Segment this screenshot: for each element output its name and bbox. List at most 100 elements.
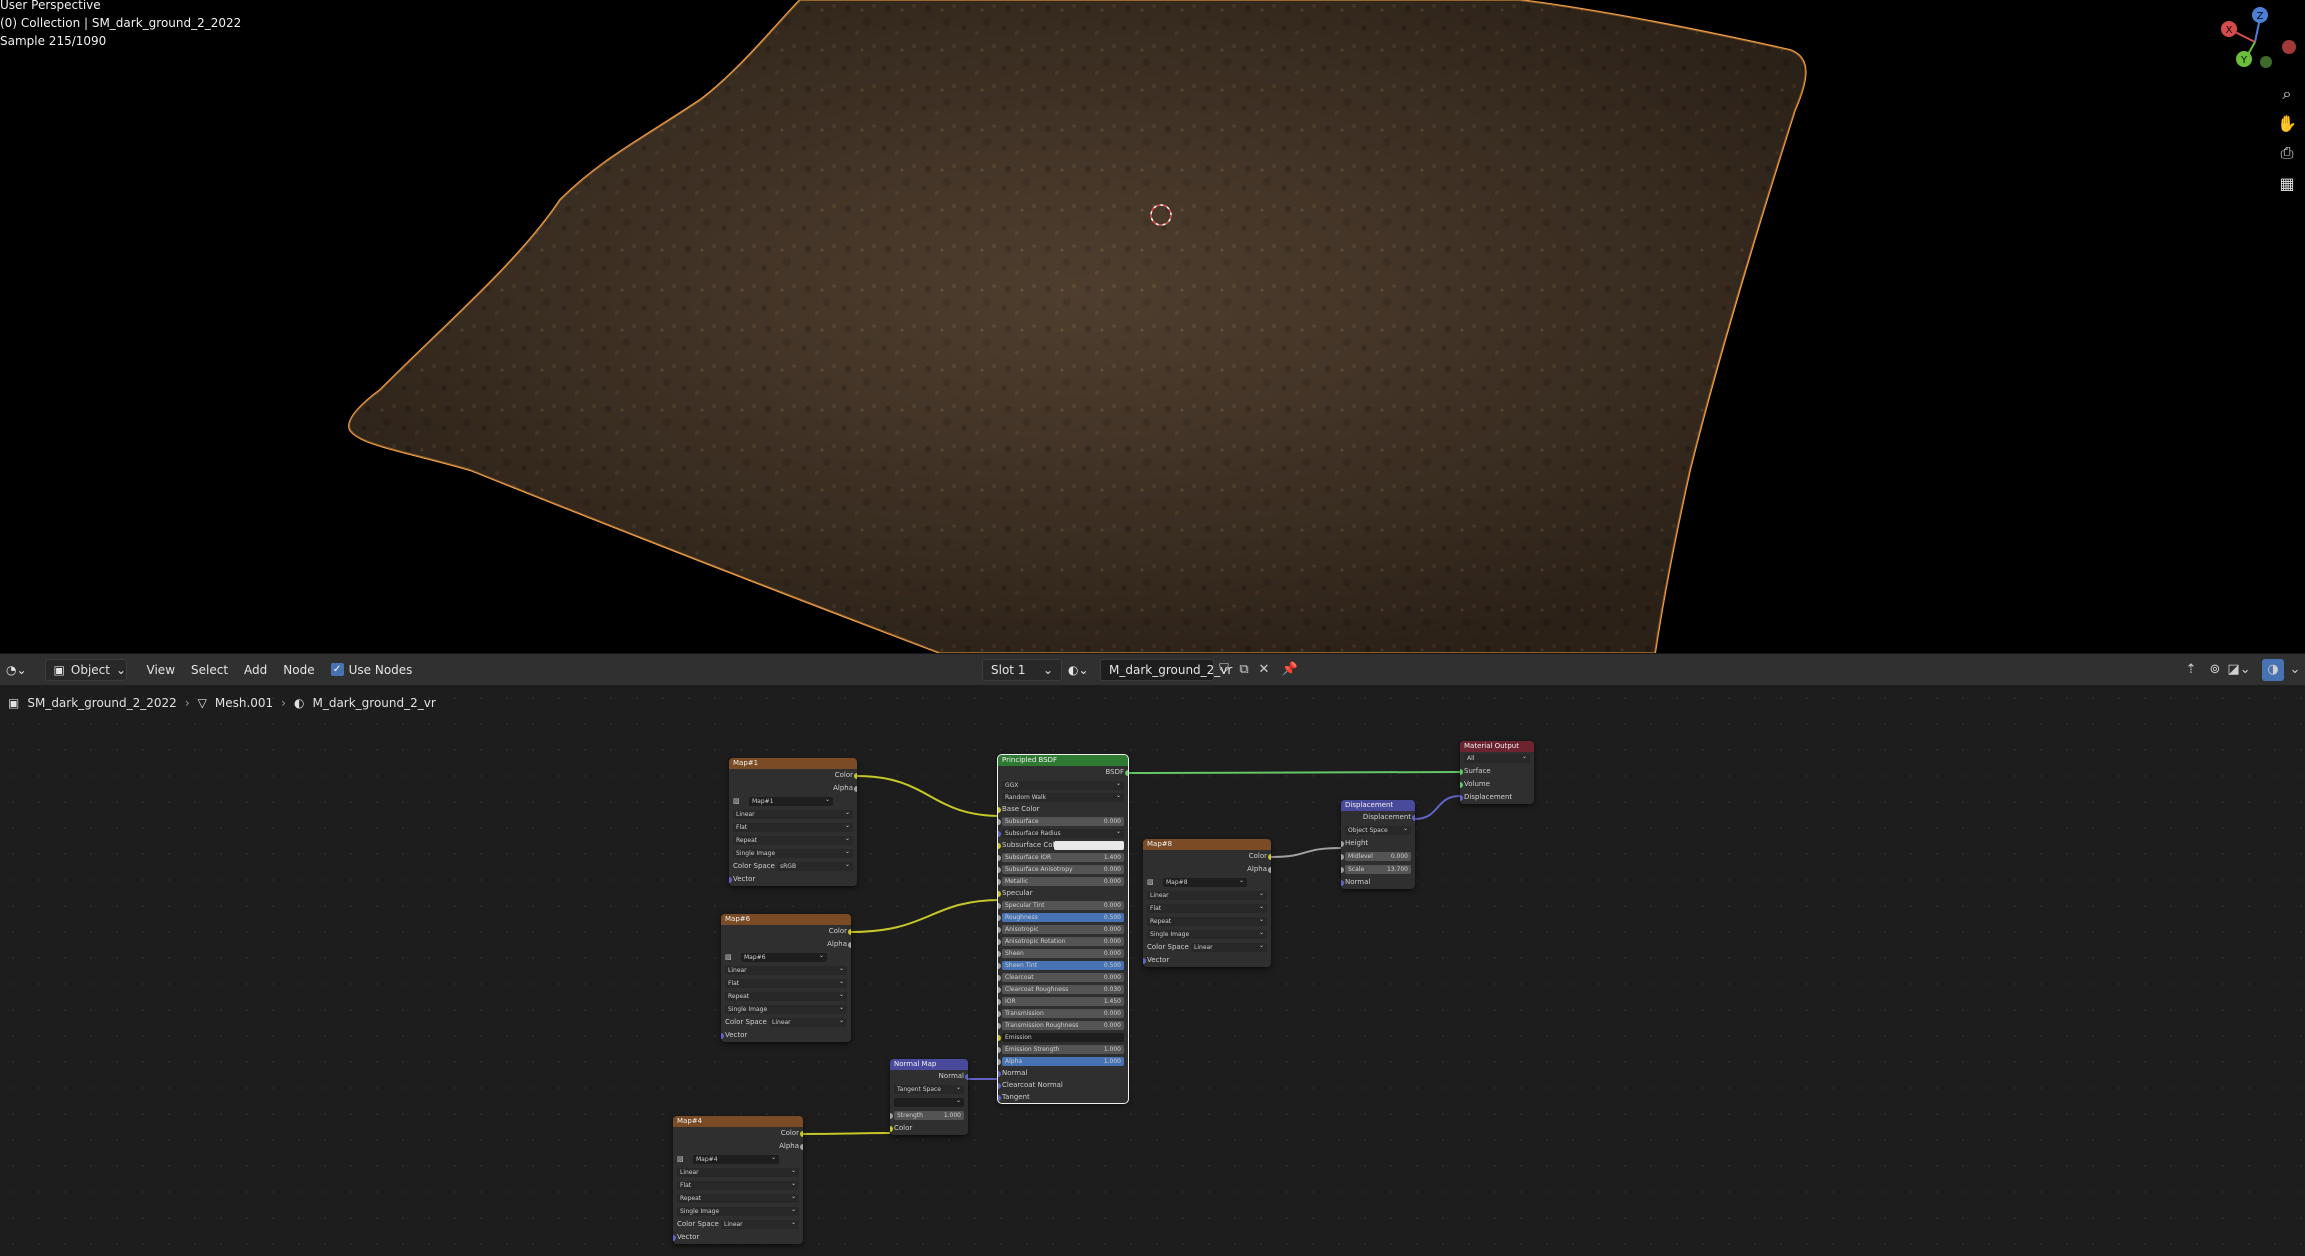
hand-pan-icon[interactable]: ✋ [2275,111,2299,135]
navigation-gizmo[interactable]: Z X Y [2221,7,2296,68]
overlay-icon[interactable]: ◪⌄ [2227,659,2250,681]
input-socket[interactable] [998,938,1001,945]
alpha-output-socket[interactable] [848,941,851,948]
image-selector[interactable]: Map#4▨ [673,1153,803,1166]
normal-output-socket[interactable] [965,1073,968,1080]
bsdf-input-row[interactable]: Transmission Roughness 0.000 [998,1019,1128,1031]
menu-add[interactable]: Add [238,658,273,682]
bsdf-input-row[interactable]: Anisotropic 0.000 [998,923,1128,935]
scale-input-socket[interactable] [1341,866,1344,873]
color-output-socket[interactable] [854,772,857,779]
use-nodes-toggle[interactable]: ✓ Use Nodes [325,658,419,682]
slot-dropdown[interactable]: Slot 1 ⌄ [976,658,1068,682]
unlink-close-icon[interactable]: ✕ [1253,659,1275,681]
input-socket[interactable] [998,830,1001,837]
color-swatch[interactable] [1054,841,1124,850]
material-browse-button[interactable]: ◐⌄ [1062,658,1095,682]
bsdf-input-row[interactable]: Sheen Tint 0.500 [998,959,1128,971]
displacement-input-socket[interactable] [1460,794,1463,801]
bsdf-input-row[interactable]: Subsurface Radius [998,827,1128,839]
pin-icon[interactable]: 📌 [1279,659,1301,681]
volume-input-socket[interactable] [1460,781,1463,788]
mode-dropdown[interactable]: ▣ Object ⌄ [39,658,133,682]
bsdf-input-row[interactable]: Roughness 0.500 [998,911,1128,923]
image-texture-node-map4[interactable]: Map#4 Color Alpha Map#4▨ Linear Flat Rep… [673,1116,803,1244]
alpha-output-socket[interactable] [1268,866,1271,873]
image-texture-node-map8[interactable]: Map#8 Color Alpha Map#8▨ Linear Flat Rep… [1143,839,1271,967]
input-socket[interactable] [998,866,1001,873]
bsdf-output-socket[interactable] [1125,769,1128,776]
backdrop-icon[interactable]: ◑ [2262,658,2284,681]
fake-user-shield-icon[interactable]: ⛉ [1213,659,1235,681]
bsdf-input-row[interactable]: Alpha 1.000 [998,1055,1128,1067]
displacement-output-socket[interactable] [1412,814,1415,821]
input-socket[interactable] [998,1094,1001,1101]
node-title[interactable]: Map#8 [1143,839,1271,850]
input-socket[interactable] [998,914,1001,921]
bsdf-input-row[interactable]: Clearcoat 0.000 [998,971,1128,983]
bsdf-input-row[interactable]: Emission Strength 1.000 [998,1043,1128,1055]
vector-input-socket[interactable] [1143,957,1146,964]
vector-input-socket[interactable] [721,1032,724,1039]
node-title[interactable]: Principled BSDF [998,755,1128,766]
chevron-down-icon[interactable]: ⌄ [2284,659,2305,681]
vector-input-socket[interactable] [729,876,732,883]
input-socket[interactable] [998,878,1001,885]
bsdf-input-row[interactable]: Anisotropic Rotation 0.000 [998,935,1128,947]
bsdf-input-row[interactable]: Subsurface IOR 1.400 [998,851,1128,863]
midlevel-input-socket[interactable] [1341,853,1344,860]
normal-input-socket[interactable] [1341,879,1344,886]
node-title[interactable]: Map#4 [673,1116,803,1127]
bsdf-input-row[interactable]: Specular Tint 0.000 [998,899,1128,911]
bsdf-input-row[interactable]: IOR 1.450 [998,995,1128,1007]
menu-node[interactable]: Node [277,658,320,682]
bsdf-input-row[interactable]: Emission [998,1031,1128,1043]
input-socket[interactable] [998,890,1001,897]
material-name-field[interactable]: M_dark_ground_2_vr [1094,658,1232,682]
input-socket[interactable] [998,1010,1001,1017]
input-socket[interactable] [998,842,1001,849]
strength-input-socket[interactable] [890,1112,893,1119]
menu-select[interactable]: Select [185,658,234,682]
input-socket[interactable] [998,1022,1001,1029]
color-output-socket[interactable] [848,928,851,935]
alpha-output-socket[interactable] [854,785,857,792]
input-socket[interactable] [998,950,1001,957]
parent-node-icon[interactable]: ⇡ [2180,659,2202,681]
image-selector[interactable]: Map#8▨ [1143,876,1271,889]
image-texture-node-map1[interactable]: Map#1 Color Alpha Map#1▨ Linear Flat Rep… [729,758,857,886]
snap-icon[interactable]: ⊚ [2204,659,2226,681]
node-title[interactable]: Map#1 [729,758,857,769]
input-socket[interactable] [998,998,1001,1005]
color-output-socket[interactable] [800,1130,803,1137]
uv-map-field[interactable] [894,1096,964,1107]
checkbox-checked-icon[interactable]: ✓ [330,663,344,676]
color-output-socket[interactable] [1268,853,1271,860]
input-socket[interactable] [998,854,1001,861]
surface-input-socket[interactable] [1460,768,1463,775]
input-socket[interactable] [998,902,1001,909]
principled-bsdf-node[interactable]: Principled BSDF BSDF GGX Random Walk Bas… [997,754,1129,1104]
image-selector[interactable]: Map#6▨ [721,951,851,964]
bsdf-input-row[interactable]: Transmission 0.000 [998,1007,1128,1019]
input-socket[interactable] [998,818,1001,825]
bsdf-input-row[interactable]: Clearcoat Roughness 0.030 [998,983,1128,995]
input-socket[interactable] [998,806,1001,813]
node-title[interactable]: Normal Map [890,1059,968,1070]
material-output-node[interactable]: Material Output All Surface Volume Displ… [1460,741,1534,804]
bsdf-input-row[interactable]: Sheen 0.000 [998,947,1128,959]
duplicate-material-icon[interactable]: ⧉ [1233,659,1255,681]
input-socket[interactable] [998,962,1001,969]
height-input-socket[interactable] [1341,840,1344,847]
input-socket[interactable] [998,1070,1001,1077]
3d-viewport[interactable]: Z X Y User Perspective (0) Collection | … [0,0,2305,653]
bsdf-input-row[interactable]: Subsurface Color [998,839,1128,851]
grid-icon[interactable]: ▦ [2275,171,2299,195]
bsdf-input-row[interactable]: Subsurface 0.000 [998,815,1128,827]
node-editor-canvas[interactable] [0,685,2305,1256]
menu-view[interactable]: View [141,658,181,682]
input-socket[interactable] [998,1058,1001,1065]
node-title[interactable]: Material Output [1460,741,1534,752]
alpha-output-socket[interactable] [800,1143,803,1150]
zoom-icon[interactable]: ⌕ [2275,82,2299,106]
